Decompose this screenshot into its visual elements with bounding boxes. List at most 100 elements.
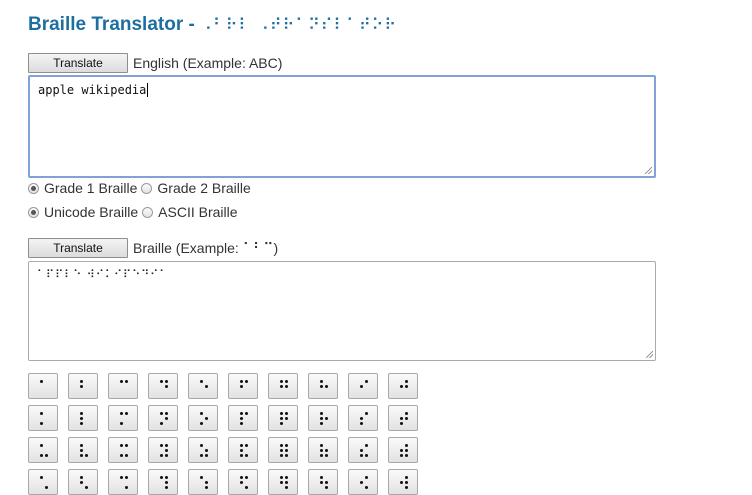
resize-grip-icon[interactable] (646, 351, 653, 358)
braille-key[interactable] (348, 469, 378, 495)
braille-dot (160, 422, 163, 425)
braille-dot (365, 380, 368, 383)
braille-input-label: Braille (Example: ⠁⠃⠉) (133, 240, 278, 257)
braille-dot (285, 486, 288, 489)
translate-braille-button[interactable]: Translate (28, 238, 128, 258)
braille-key[interactable] (108, 373, 138, 399)
grade-1-radio[interactable] (28, 182, 39, 194)
braille-dot (240, 412, 243, 415)
braille-dot (240, 449, 243, 452)
braille-key[interactable] (68, 373, 98, 399)
braille-dot (320, 449, 323, 452)
braille-dot (205, 385, 208, 388)
braille-dot (240, 380, 243, 383)
braille-dot (165, 444, 168, 447)
braille-key[interactable] (348, 373, 378, 399)
braille-dot (360, 422, 363, 425)
braille-key[interactable] (188, 373, 218, 399)
braille-dot (120, 412, 123, 415)
braille-key[interactable] (388, 437, 418, 463)
braille-dot (120, 380, 123, 383)
braille-key[interactable] (68, 469, 98, 495)
grade-1-option[interactable]: Grade 1 Braille (28, 180, 137, 196)
braille-key[interactable] (228, 437, 258, 463)
braille-dot (205, 481, 208, 484)
braille-key[interactable] (188, 437, 218, 463)
braille-dot (320, 422, 323, 425)
braille-key[interactable] (348, 437, 378, 463)
ascii-braille-radio[interactable] (142, 206, 154, 218)
braille-dot (200, 454, 203, 457)
braille-key[interactable] (268, 437, 298, 463)
braille-dot (325, 486, 328, 489)
braille-dot (80, 380, 83, 383)
braille-text-value: ⠁⠏⠏⠇⠑ ⠺⠊⠅⠊⠏⠑⠙⠊⠁ (37, 268, 169, 281)
unicode-braille-option[interactable]: Unicode Braille (28, 204, 138, 220)
braille-dot (125, 454, 128, 457)
braille-dot (40, 412, 43, 415)
braille-key[interactable] (108, 437, 138, 463)
braille-dot (325, 385, 328, 388)
braille-dot (205, 486, 208, 489)
braille-key[interactable] (308, 405, 338, 431)
grade-2-option[interactable]: Grade 2 Braille (141, 180, 251, 196)
braille-input-header: Translate Braille (Example: ⠁⠃⠉) (28, 238, 278, 258)
braille-dot (280, 385, 283, 388)
braille-key[interactable] (308, 373, 338, 399)
braille-key[interactable] (68, 405, 98, 431)
braille-key[interactable] (28, 469, 58, 495)
braille-dot (40, 422, 43, 425)
braille-key[interactable] (108, 469, 138, 495)
english-text-area[interactable]: apple wikipedia​ (28, 75, 656, 178)
braille-dot (360, 449, 363, 452)
braille-key[interactable] (308, 469, 338, 495)
braille-dot (405, 454, 408, 457)
grade-2-radio[interactable] (141, 182, 153, 194)
braille-key[interactable] (228, 405, 258, 431)
braille-dot (200, 422, 203, 425)
braille-dot (245, 380, 248, 383)
translate-english-button[interactable]: Translate (28, 53, 128, 73)
braille-key[interactable] (388, 405, 418, 431)
braille-dot (245, 412, 248, 415)
braille-dot (400, 449, 403, 452)
braille-key[interactable] (228, 469, 258, 495)
ascii-braille-option[interactable]: ASCII Braille (142, 204, 238, 220)
braille-key[interactable] (228, 373, 258, 399)
braille-dot (125, 380, 128, 383)
braille-key[interactable] (28, 437, 58, 463)
braille-key[interactable] (308, 437, 338, 463)
braille-key[interactable] (108, 405, 138, 431)
braille-dot (80, 481, 83, 484)
braille-dot (280, 412, 283, 415)
braille-key[interactable] (388, 373, 418, 399)
braille-key[interactable] (28, 405, 58, 431)
resize-grip-icon[interactable] (645, 167, 652, 174)
braille-key[interactable] (188, 405, 218, 431)
braille-key[interactable] (148, 437, 178, 463)
braille-dot (280, 444, 283, 447)
braille-key[interactable] (268, 405, 298, 431)
braille-dot (80, 422, 83, 425)
braille-dot (240, 422, 243, 425)
braille-key[interactable] (148, 469, 178, 495)
braille-key[interactable] (148, 405, 178, 431)
braille-text-area[interactable]: ⠁⠏⠏⠇⠑ ⠺⠊⠅⠊⠏⠑⠙⠊⠁ (28, 261, 656, 361)
braille-dot (400, 481, 403, 484)
braille-key[interactable] (68, 437, 98, 463)
unicode-braille-radio[interactable] (28, 206, 39, 218)
braille-key[interactable] (348, 405, 378, 431)
braille-key[interactable] (188, 469, 218, 495)
braille-key[interactable] (28, 373, 58, 399)
braille-dot (165, 486, 168, 489)
braille-dot (405, 417, 408, 420)
braille-dot (160, 380, 163, 383)
braille-dot (120, 444, 123, 447)
braille-key[interactable] (268, 373, 298, 399)
braille-key[interactable] (388, 469, 418, 495)
unicode-braille-label: Unicode Braille (44, 204, 139, 220)
braille-key[interactable] (148, 373, 178, 399)
braille-key[interactable] (268, 469, 298, 495)
braille-dot (45, 454, 48, 457)
braille-dot (80, 449, 83, 452)
